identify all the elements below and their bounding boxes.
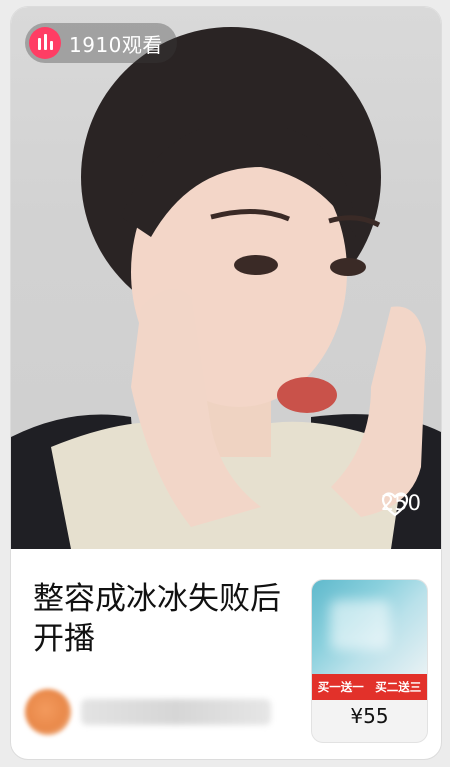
promo-right-text: 买二送三 bbox=[375, 680, 422, 694]
product-price: ¥55 bbox=[350, 704, 389, 728]
author-row[interactable] bbox=[25, 687, 285, 737]
product-thumbnail bbox=[312, 580, 427, 674]
streamer-photo bbox=[11, 27, 441, 549]
promo-left-text: 买一送一 bbox=[317, 680, 364, 694]
like-counter[interactable]: 250 bbox=[381, 491, 421, 517]
live-cover-image[interactable]: 1910观看 250 bbox=[11, 7, 441, 549]
heart-icon[interactable] bbox=[381, 491, 409, 517]
live-card[interactable]: 1910观看 250 整容成冰冰失败后开播 买一送一 买二送三 ¥55 bbox=[10, 6, 442, 760]
live-bars-icon bbox=[29, 27, 61, 59]
stream-title[interactable]: 整容成冰冰失败后开播 bbox=[33, 579, 293, 659]
view-count-badge: 1910观看 bbox=[25, 23, 177, 63]
author-name-blurred bbox=[81, 699, 271, 725]
author-avatar[interactable] bbox=[25, 689, 71, 735]
promo-banner: 买一送一 买二送三 bbox=[312, 674, 427, 700]
view-count-text: 1910观看 bbox=[69, 32, 163, 57]
product-card[interactable]: 买一送一 买二送三 ¥55 bbox=[311, 579, 428, 743]
